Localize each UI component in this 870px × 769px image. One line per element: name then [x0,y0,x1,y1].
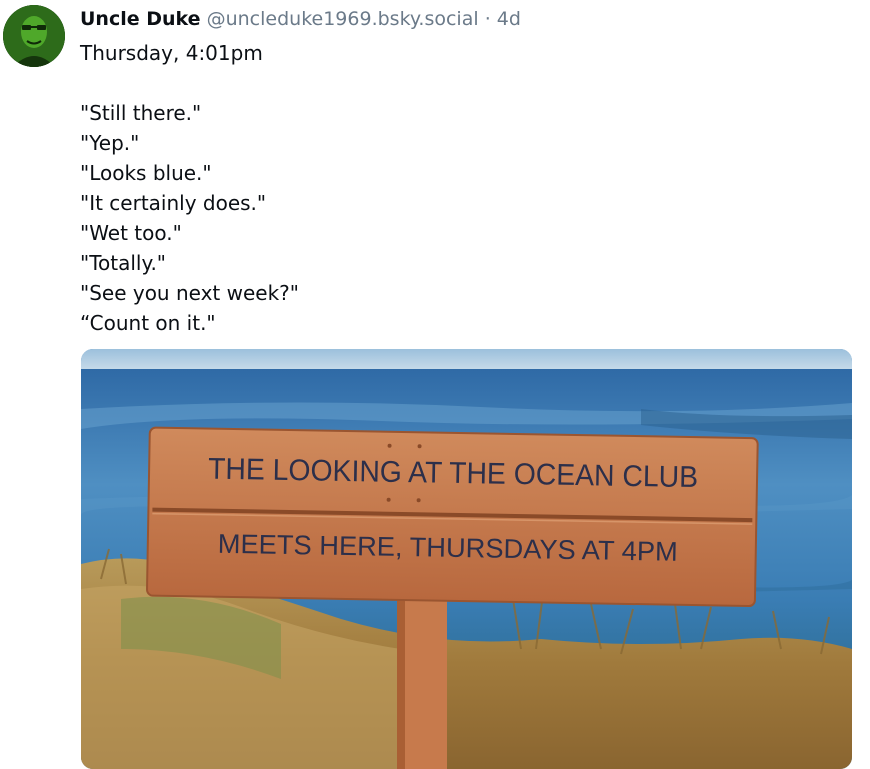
author-name[interactable]: Uncle Duke [80,8,201,30]
post-text-line: “Count on it." [80,311,216,335]
avatar[interactable] [3,5,65,67]
post-text-line: Thursday, 4:01pm [80,41,263,65]
author-handle[interactable]: @uncleduke1969.bsky.social [207,8,479,30]
post-header: Uncle Duke @uncleduke1969.bsky.social · … [80,7,521,31]
post-timestamp[interactable]: 4d [497,8,521,30]
post-text-line: "It certainly does." [80,191,267,215]
post-text-line: "Looks blue." [80,161,212,185]
post-text-line: "Totally." [80,251,167,275]
post-image[interactable]: THE LOOKING AT THE OCEAN CLUB MEETS HERE… [81,349,852,769]
post-text-line: "See you next week?" [80,281,299,305]
post-text-line: "Yep." [80,131,140,155]
separator-dot: · [484,8,491,30]
post-text-line [80,68,299,98]
post-text: Thursday, 4:01pm "Still there." "Yep." "… [80,38,299,338]
avatar-image [3,5,65,67]
post-text-line: "Still there." [80,101,202,125]
ocean-sign-photo: THE LOOKING AT THE OCEAN CLUB MEETS HERE… [81,349,852,769]
post-text-line: "Wet too." [80,221,182,245]
